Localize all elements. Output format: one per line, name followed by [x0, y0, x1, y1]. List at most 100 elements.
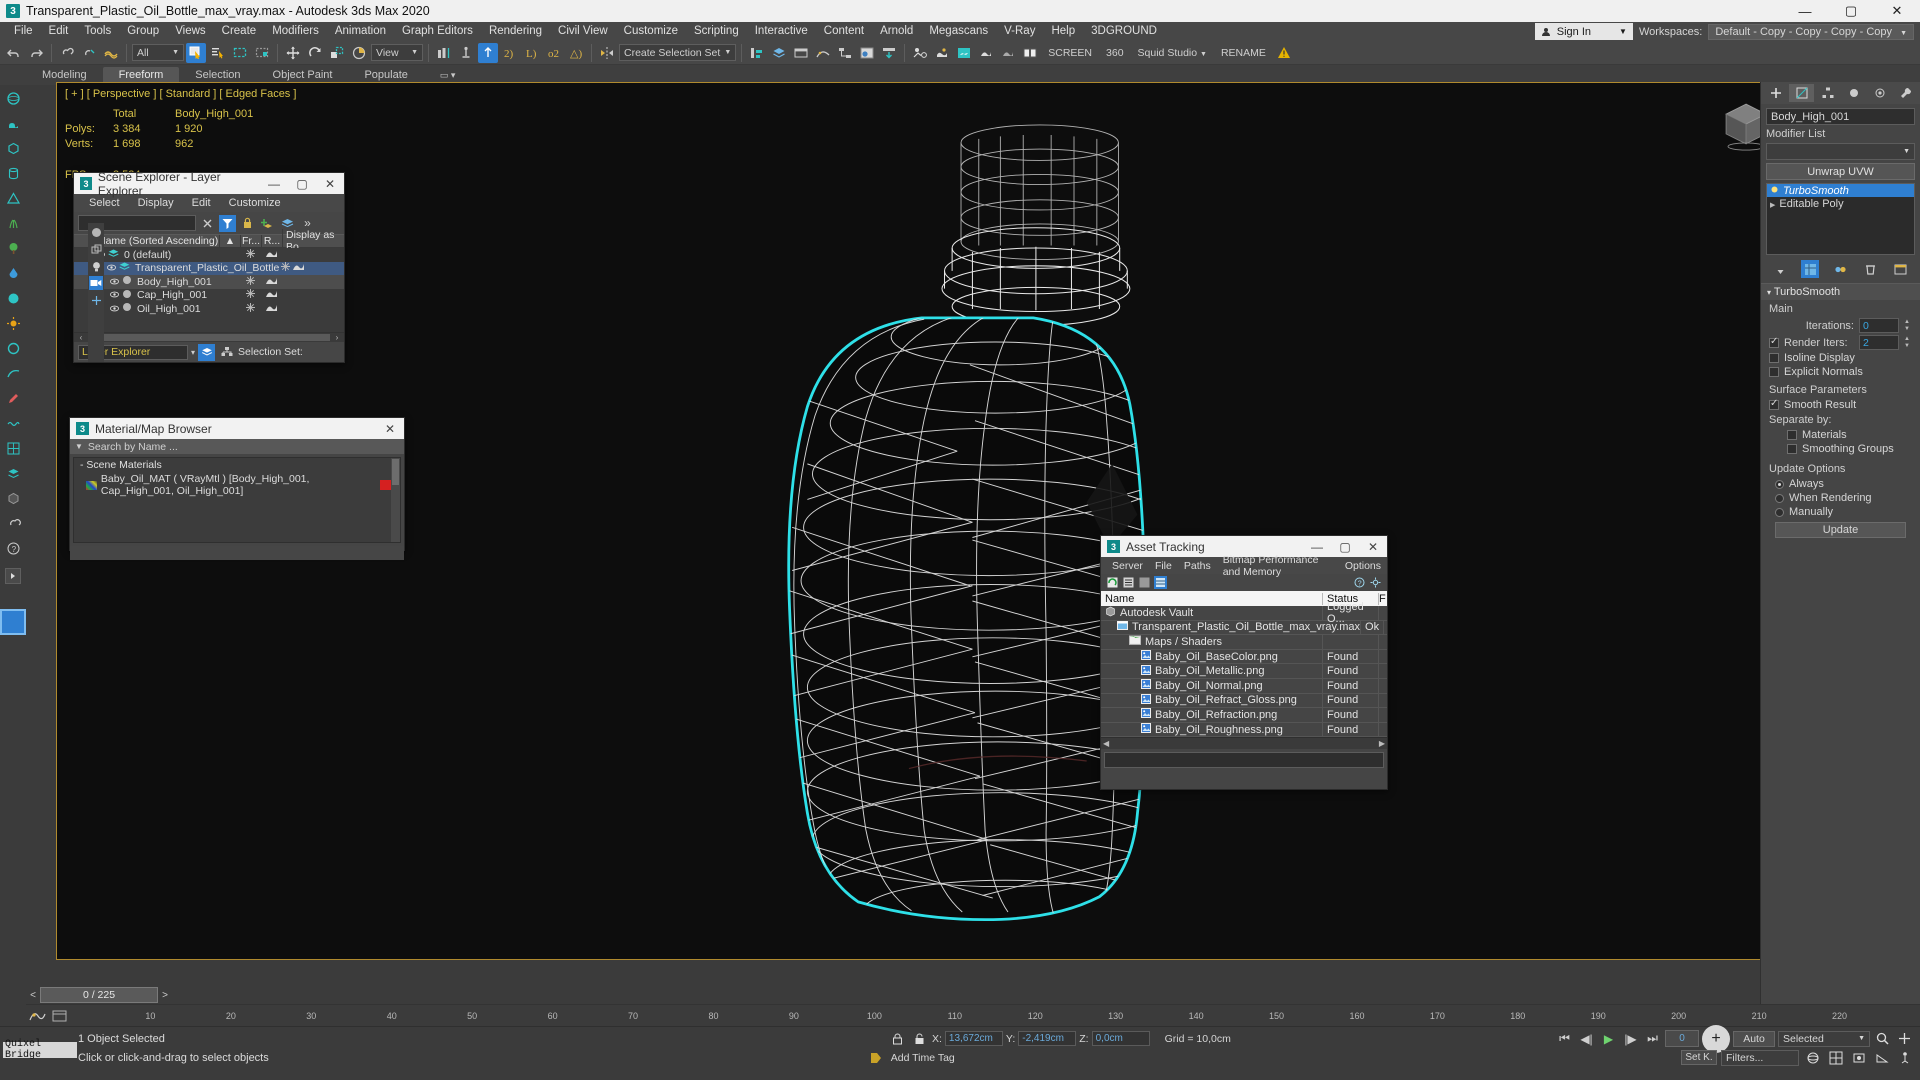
scene-explorer-row[interactable]: Body_High_001	[74, 275, 344, 289]
scene-explorer-row[interactable]: Oil_High_001	[74, 302, 344, 316]
asset-tracking-row[interactable]: Baby_Oil_BaseColor.pngFound	[1101, 650, 1387, 665]
asset-tracking-menu-server[interactable]: Server	[1106, 560, 1149, 572]
pen-icon[interactable]	[4, 389, 22, 407]
selected-filter-dropdown[interactable]: Selected ▼	[1778, 1031, 1870, 1047]
absolute-relative-toggle-icon[interactable]	[910, 1030, 929, 1048]
turbosmooth-rollout-title[interactable]: ▾ TurboSmooth	[1761, 283, 1920, 300]
menu-item-customize[interactable]: Customize	[616, 22, 686, 41]
spinner-arrows-icon[interactable]: ▲▼	[1904, 336, 1912, 350]
add-layer-icon[interactable]	[259, 215, 276, 232]
render-toggle[interactable]	[261, 289, 282, 301]
spinner-snap-toggle[interactable]: o2	[544, 43, 564, 63]
spinner-arrows-icon[interactable]: ▲▼	[1904, 319, 1912, 333]
menu-item-scripting[interactable]: Scripting	[686, 22, 747, 41]
ribbon-tab-selection[interactable]: Selection	[179, 67, 256, 84]
current-frame-display[interactable]: 0 / 225	[40, 987, 158, 1003]
asset-tracking-row[interactable]: Baby_Oil_Roughness.pngFound	[1101, 723, 1387, 738]
previous-frame-icon[interactable]: ◀|	[1577, 1030, 1596, 1048]
clear-find-icon[interactable]	[199, 215, 216, 232]
list-view-icon[interactable]	[1122, 576, 1135, 589]
current-frame-spinner[interactable]: 0	[1665, 1030, 1699, 1047]
snaps-toggle-button[interactable]	[478, 43, 498, 63]
column-freeze[interactable]: Fr...	[240, 235, 261, 247]
next-frame-icon[interactable]: |▶	[1621, 1030, 1640, 1048]
create-sphere-icon[interactable]	[4, 89, 22, 107]
material-group-header[interactable]: - Scene Materials	[74, 458, 400, 472]
modifier-toggle-icon[interactable]: ▶	[1770, 198, 1775, 210]
chevron-down-icon[interactable]: ▾	[191, 348, 195, 357]
select-and-manipulate-button[interactable]	[456, 43, 476, 63]
ribbon-overflow-icon[interactable]: ▭ ▾	[424, 67, 472, 84]
visibility-toggle[interactable]	[107, 262, 116, 274]
schematic-view-button[interactable]	[835, 43, 855, 63]
refresh-icon[interactable]	[1106, 576, 1119, 589]
asset-tracking-menu-bitmap-performance-and-memory[interactable]: Bitmap Performance and Memory	[1217, 554, 1339, 578]
curve-editor-button[interactable]	[813, 43, 833, 63]
update-button[interactable]: Update	[1775, 522, 1906, 538]
scroll-right-icon[interactable]: ▶	[1379, 739, 1385, 748]
asset-tracking-path-field[interactable]	[1104, 752, 1384, 768]
mirror-button[interactable]	[597, 43, 617, 63]
go-to-start-icon[interactable]: ⏮	[1555, 1030, 1574, 1048]
lock-selection-icon[interactable]	[888, 1030, 907, 1048]
render-preview-icon[interactable]	[910, 43, 930, 63]
modifier-unwrap-uvw-button[interactable]: Unwrap UVW	[1766, 163, 1915, 180]
asset-tracking-row[interactable]: Autodesk VaultLogged O...	[1101, 606, 1387, 621]
window-crossing-toggle[interactable]	[252, 43, 272, 63]
pan-icon[interactable]	[1895, 1030, 1914, 1048]
modifier-stack-item[interactable]: ▶Editable Poly	[1767, 197, 1914, 210]
asset-tracking-horizontal-scrollbar[interactable]: ◀ ▶	[1101, 737, 1387, 749]
ribbon-tab-populate[interactable]: Populate	[348, 67, 423, 84]
scene-explorer-menu-display[interactable]: Display	[129, 197, 183, 209]
make-unique-icon[interactable]	[1831, 260, 1849, 278]
menu-item-content[interactable]: Content	[816, 22, 872, 41]
filters-button[interactable]: Filters...	[1721, 1050, 1799, 1066]
undo-button[interactable]	[4, 43, 24, 63]
menu-item-arnold[interactable]: Arnold	[872, 22, 921, 41]
help-icon[interactable]: ?	[1353, 576, 1366, 589]
chevron-down-icon[interactable]: ▼	[75, 442, 83, 451]
asset-tracking-row[interactable]: Maps / Shaders	[1101, 635, 1387, 650]
grass-icon[interactable]	[4, 214, 22, 232]
sign-in-button[interactable]: Sign In ▼	[1535, 23, 1633, 40]
column-name[interactable]: Name	[1101, 593, 1323, 605]
grid-icon[interactable]	[4, 439, 22, 457]
ribbon-tab-object-paint[interactable]: Object Paint	[257, 67, 349, 84]
add-time-tag-group[interactable]: Add Time Tag	[867, 1049, 955, 1067]
use-pivot-point-center-button[interactable]	[434, 43, 454, 63]
material-browser-vertical-scrollbar[interactable]	[391, 458, 400, 542]
layer-explorer-button[interactable]	[769, 43, 789, 63]
y-coordinate-field[interactable]: -2,419cm	[1018, 1031, 1076, 1046]
help-icon[interactable]: ?	[4, 539, 22, 557]
set-key-button[interactable]: Set K.	[1681, 1050, 1717, 1065]
time-slider[interactable]: < 0 / 225 >	[26, 986, 1760, 1004]
menu-item-civil-view[interactable]: Civil View	[550, 22, 616, 41]
menu-item-modifiers[interactable]: Modifiers	[264, 22, 327, 41]
scene-explorer-row[interactable]: Cap_High_001	[74, 289, 344, 303]
sun-icon[interactable]	[4, 314, 22, 332]
key-filters-icon[interactable]	[48, 1006, 70, 1026]
link-icon[interactable]	[4, 514, 22, 532]
configure-modifier-sets-icon[interactable]	[1892, 260, 1910, 278]
align-button[interactable]	[747, 43, 767, 63]
time-tag-icon[interactable]	[867, 1049, 886, 1067]
select-object-button[interactable]	[186, 43, 206, 63]
render-toggle[interactable]	[261, 276, 282, 288]
isoline-display-checkbox[interactable]	[1769, 353, 1779, 363]
filter-lights-icon[interactable]	[89, 259, 103, 273]
selection-filter-dropdown[interactable]: All▼	[132, 44, 184, 61]
percent-snap-toggle[interactable]: L)	[522, 43, 542, 63]
material-browser-list[interactable]: - Scene Materials Baby_Oil_MAT ( VRayMtl…	[73, 457, 401, 543]
select-and-link-icon[interactable]	[57, 43, 77, 63]
scroll-left-icon[interactable]: ‹	[74, 333, 88, 342]
zoom-icon[interactable]	[1873, 1030, 1892, 1048]
tab-hierarchy[interactable]	[1815, 84, 1840, 102]
menu-item-rendering[interactable]: Rendering	[481, 22, 550, 41]
menu-item-create[interactable]: Create	[214, 22, 265, 41]
minimize-button[interactable]: —	[260, 173, 288, 194]
minimize-button[interactable]: —	[1782, 0, 1828, 22]
modifier-stack[interactable]: TurboSmooth▶Editable Poly	[1766, 183, 1915, 255]
scroll-right-icon[interactable]: ›	[330, 333, 344, 342]
select-and-rotate-button[interactable]	[305, 43, 325, 63]
unlink-selection-icon[interactable]	[79, 43, 99, 63]
